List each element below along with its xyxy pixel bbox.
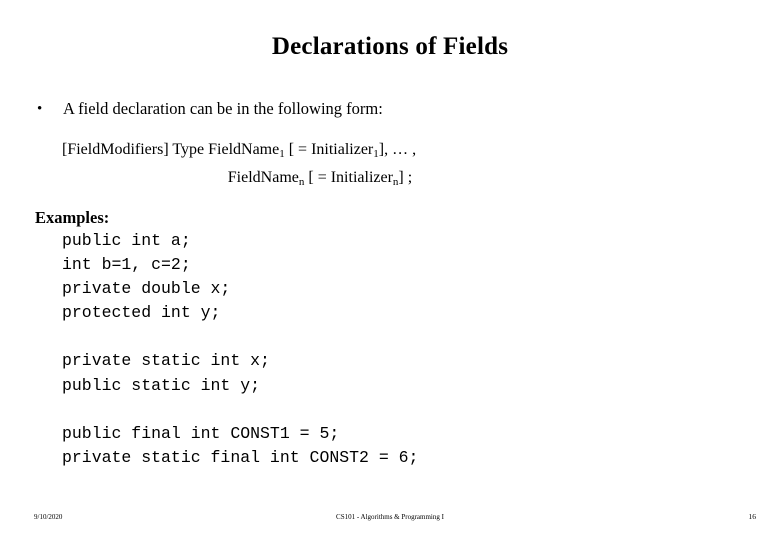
code-line: protected int y; [62,303,221,323]
bullet-item-label: A field declaration can be in the follow… [63,99,383,118]
syntax-line1-suffix: ], … , [378,141,417,158]
page-title: Declarations of Fields [271,33,509,60]
slide-canvas: Declarations of Fields • A field declara… [0,0,780,540]
code-line: public static int y; [62,375,261,395]
syntax-line1-prefix: [FieldModifiers] Type FieldName [62,141,280,158]
footer-course-title: CS101 - Algorithms & Programming I [336,513,444,521]
syntax-line-first: [FieldModifiers] Type FieldName1 [ = Ini… [62,138,518,166]
syntax-line-second: FieldNamen [ = Initializern] ; [62,166,518,194]
code-line: private static final int CONST2 = 6; [62,447,419,467]
syntax-line2-suffix: ] ; [398,168,413,186]
syntax-definition-block: [FieldModifiers] Type FieldName1 [ = Ini… [62,138,518,194]
code-sample-block: public int a; int b=1, c=2; private double… [62,229,418,470]
code-line: private static int x; [62,351,270,371]
bullet-list-item: • A field declaration can be in the foll… [34,98,734,120]
code-line: private double x; [62,279,231,299]
footer-page-number: 16 [748,512,757,521]
code-line: public int a; [62,231,191,250]
syntax-line2-prefix: FieldName [227,168,299,186]
examples-heading: Examples: [35,208,110,227]
syntax-line2-middle: [ = Initializer [304,168,393,186]
code-line: public final int CONST1 = 5; [62,423,340,443]
bullet-marker-icon: • [37,101,43,117]
syntax-line1-middle: [ = Initializer [284,141,374,158]
code-line: int b=1, c=2; [62,255,191,275]
